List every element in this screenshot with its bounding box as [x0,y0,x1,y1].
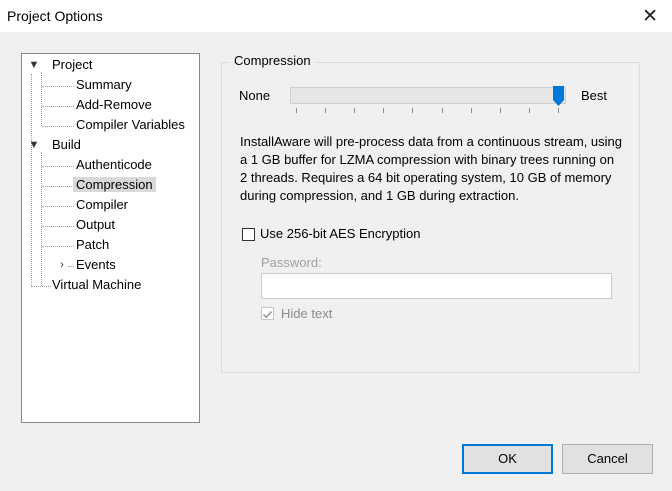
tree-connector [42,166,74,167]
slider-tick [529,108,530,113]
slider-tick [325,108,326,113]
tree-item-label: Output [76,217,116,232]
collapse-chevron-icon[interactable]: › [56,256,68,274]
tree-item-summary[interactable]: Summary [73,76,135,94]
tree-connector [42,206,74,207]
tree-item-label: Virtual Machine [52,277,142,292]
tree-connector [31,74,32,286]
tree-item-project[interactable]: Project [49,56,95,74]
expand-chevron-icon[interactable]: ▼ [28,136,40,154]
slider-tick [558,108,559,113]
tree-item-virtual-machine[interactable]: Virtual Machine [49,276,144,294]
compression-slider-thumb[interactable] [553,86,564,106]
tree-item-compiler[interactable]: Compiler [73,196,131,214]
slider-min-label: None [239,88,271,103]
slider-tick [500,108,501,113]
password-field[interactable] [261,273,612,299]
tree-item-authenticode[interactable]: Authenticode [73,156,155,174]
tree-item-label: Add-Remove [76,97,152,112]
tree-item-label: Patch [76,237,110,252]
slider-tick [383,108,384,113]
tree-item-output[interactable]: Output [73,216,118,234]
slider-tick [471,108,472,113]
tree-connector [42,106,74,107]
tree-item-label: Compression [73,177,156,192]
tree-connector [41,72,42,126]
tree-item-compression[interactable]: Compression [73,176,156,194]
slider-tick [354,108,355,113]
tree-item-label: Project [52,57,93,72]
aes-encryption-checkbox[interactable] [242,228,255,241]
tree-connector [31,286,51,287]
tree-connector [42,246,74,247]
slider-tick [296,108,297,113]
tree-item-label: Compiler Variables [76,117,185,132]
compression-slider-track[interactable] [290,87,566,104]
tree-item-events[interactable]: Events [73,256,119,274]
compression-group-title: Compression [230,53,315,68]
tree-connector [42,186,74,187]
tree-connector [42,86,74,87]
tree-item-label: Build [52,137,81,152]
tree-item-label: Events [76,257,116,272]
compression-group [221,62,640,373]
compression-description: InstallAware will pre-process data from … [240,134,622,203]
tree-item-add-remove[interactable]: Add-Remove [73,96,155,114]
hide-text-checkbox[interactable] [261,307,274,320]
tree-connector [41,152,42,286]
tree-item-compiler-variables[interactable]: Compiler Variables [73,116,188,134]
tree-item-label: Compiler [76,197,129,212]
tree-item-label: Authenticode [76,157,152,172]
ok-button[interactable]: OK [462,444,553,474]
expand-chevron-icon[interactable]: ▼ [28,56,40,74]
checkmark-icon [262,310,273,319]
tree-item-patch[interactable]: Patch [73,236,112,254]
window-title: Project Options [7,8,103,24]
cancel-button[interactable]: Cancel [562,444,653,474]
tree-connector [42,226,74,227]
password-label: Password: [261,255,322,270]
tree-item-build[interactable]: Build [49,136,84,154]
slider-tick [442,108,443,113]
options-tree[interactable]: ▼ Project Summary Add-Remove Compiler Va… [21,53,200,423]
close-icon[interactable]: ✕ [642,5,658,28]
tree-item-label: Summary [76,77,132,92]
slider-max-label: Best [581,88,608,103]
aes-encryption-label[interactable]: Use 256-bit AES Encryption [260,226,420,241]
tree-connector [42,126,74,127]
hide-text-label[interactable]: Hide text [281,306,332,321]
slider-tick [412,108,413,113]
title-bar: Project Options ✕ [0,0,672,32]
